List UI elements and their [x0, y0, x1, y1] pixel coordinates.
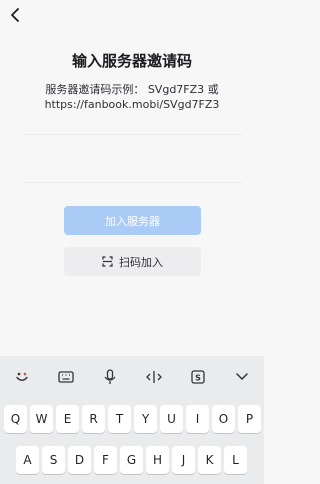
- chevron-left-icon: [11, 8, 19, 22]
- on-screen-keyboard: S Q W E R T Y U I O P A S D F G H J K L: [0, 356, 264, 484]
- invite-code-hint: 服务器邀请码示例： SVgd7FZ3 或 https://fanbook.mob…: [0, 82, 264, 112]
- key-e[interactable]: E: [56, 405, 79, 433]
- key-t[interactable]: T: [108, 405, 131, 433]
- key-g[interactable]: G: [120, 446, 143, 474]
- join-server-button[interactable]: 加入服务器: [64, 206, 201, 235]
- key-s[interactable]: S: [42, 446, 65, 474]
- keyboard-row-1: Q W E R T Y U I O P: [0, 405, 264, 435]
- invite-code-field: [24, 134, 243, 184]
- scan-button-label: 扫码加入: [119, 255, 163, 269]
- key-d[interactable]: D: [68, 446, 91, 474]
- divider-bottom: [24, 182, 243, 183]
- key-y[interactable]: Y: [134, 405, 157, 433]
- clipboard-s-icon[interactable]: S: [187, 366, 209, 388]
- key-q[interactable]: Q: [4, 405, 27, 433]
- chevron-down-icon[interactable]: [231, 366, 253, 388]
- cursor-move-icon[interactable]: [143, 366, 165, 388]
- key-l[interactable]: L: [224, 446, 247, 474]
- microphone-icon[interactable]: [99, 366, 121, 388]
- key-i[interactable]: I: [186, 405, 209, 433]
- keyboard-row-2: A S D F G H J K L: [0, 446, 264, 476]
- key-u[interactable]: U: [160, 405, 183, 433]
- svg-text:S: S: [195, 374, 201, 383]
- key-h[interactable]: H: [146, 446, 169, 474]
- hint-line-example: 服务器邀请码示例： SVgd7FZ3 或: [45, 83, 219, 96]
- scan-to-join-button[interactable]: 扫码加入: [64, 247, 201, 276]
- key-f[interactable]: F: [94, 446, 117, 474]
- keyboard-toolbar: S: [0, 356, 264, 396]
- key-k[interactable]: K: [198, 446, 221, 474]
- key-a[interactable]: A: [16, 446, 39, 474]
- back-button[interactable]: [6, 6, 24, 24]
- key-p[interactable]: P: [238, 405, 261, 433]
- hint-line-url: https://fanbook.mobi/SVgd7FZ3: [44, 98, 220, 111]
- emoji-icon[interactable]: [11, 366, 33, 388]
- page-title: 输入服务器邀请码: [71, 52, 192, 70]
- key-r[interactable]: R: [82, 405, 105, 433]
- key-w[interactable]: W: [30, 405, 53, 433]
- key-j[interactable]: J: [172, 446, 195, 474]
- divider-top: [24, 134, 243, 135]
- invite-code-input[interactable]: [24, 142, 243, 174]
- key-o[interactable]: O: [212, 405, 235, 433]
- scan-icon: [102, 256, 113, 267]
- keyboard-icon[interactable]: [55, 366, 77, 388]
